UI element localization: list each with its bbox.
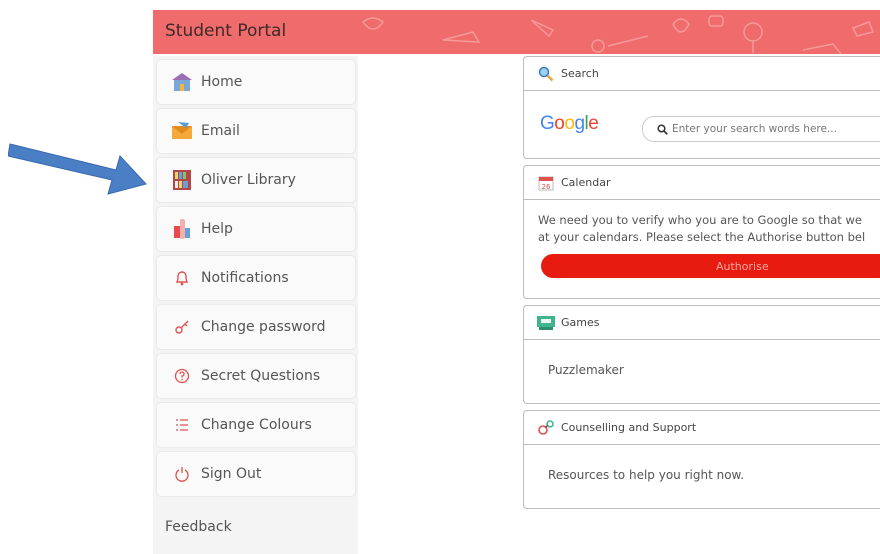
- sidebar-item-label: Home: [201, 74, 243, 90]
- search-icon: [657, 123, 668, 135]
- power-icon: [171, 463, 193, 485]
- sidebar-item-label: Secret Questions: [201, 368, 321, 384]
- home-icon: [171, 71, 193, 93]
- library-icon: [171, 169, 193, 191]
- card-header: Search: [524, 57, 880, 91]
- search-input[interactable]: [672, 123, 872, 135]
- sidebar-item-email[interactable]: Email: [157, 109, 355, 153]
- magnifier-icon: [537, 65, 555, 83]
- sidebar-item-label: Help: [201, 221, 233, 237]
- calendar-message: We need you to verify who you are to Goo…: [538, 212, 880, 246]
- sidebar-item-help[interactable]: Help: [157, 207, 355, 251]
- bell-icon: [171, 267, 193, 289]
- portal-header: Student Portal: [153, 10, 880, 54]
- google-search-box[interactable]: [642, 116, 880, 142]
- sidebar-item-notifications[interactable]: Notifications: [157, 256, 355, 300]
- card-title: Search: [561, 67, 599, 80]
- sidebar-item-label: Change Colours: [201, 417, 312, 433]
- sidebar: Home Email Oliver Library Help Notificat…: [153, 56, 358, 554]
- sidebar-item-label: Change password: [201, 319, 326, 335]
- annotation-arrow: [8, 143, 147, 195]
- sidebar-item-sign-out[interactable]: Sign Out: [157, 452, 355, 496]
- page-title: Student Portal: [165, 21, 287, 41]
- card-title: Calendar: [561, 176, 611, 189]
- search-card: Search Google: [523, 56, 880, 159]
- sidebar-item-label: Oliver Library: [201, 172, 296, 188]
- games-icon: [537, 314, 555, 332]
- card-title: Counselling and Support: [561, 421, 697, 434]
- list-icon: [171, 414, 193, 436]
- question-circle-icon: [171, 365, 193, 387]
- key-icon: [171, 316, 193, 338]
- sidebar-item-oliver-library[interactable]: Oliver Library: [157, 158, 355, 202]
- calendar-message-line: at your calendars. Please select the Aut…: [538, 230, 866, 244]
- help-icon: [171, 218, 193, 240]
- card-header: Counselling and Support: [524, 411, 880, 445]
- calendar-message-line: We need you to verify who you are to Goo…: [538, 213, 862, 227]
- google-logo: Google: [540, 113, 599, 134]
- sidebar-item-label: Sign Out: [201, 466, 262, 482]
- feedback-link[interactable]: Feedback: [165, 519, 232, 535]
- resources-link[interactable]: Resources to help you right now.: [548, 468, 744, 482]
- calendar-card: 26 Calendar We need you to verify who yo…: [523, 165, 880, 299]
- email-icon: [171, 120, 193, 142]
- sidebar-item-secret-questions[interactable]: Secret Questions: [157, 354, 355, 398]
- games-card: Games Puzzlemaker: [523, 305, 880, 404]
- calendar-icon-day: 26: [542, 183, 551, 191]
- sidebar-item-change-colours[interactable]: Change Colours: [157, 403, 355, 447]
- sidebar-item-home[interactable]: Home: [157, 60, 355, 104]
- card-header: 26 Calendar: [524, 166, 880, 200]
- puzzlemaker-link[interactable]: Puzzlemaker: [548, 363, 624, 377]
- counselling-card: Counselling and Support Resources to hel…: [523, 410, 880, 509]
- counselling-icon: [537, 419, 555, 437]
- authorise-button[interactable]: Authorise: [541, 254, 880, 278]
- sidebar-item-label: Notifications: [201, 270, 289, 286]
- card-header: Games: [524, 306, 880, 340]
- sidebar-item-label: Email: [201, 123, 240, 139]
- card-title: Games: [561, 316, 600, 329]
- calendar-icon: 26: [537, 174, 555, 192]
- sidebar-item-change-password[interactable]: Change password: [157, 305, 355, 349]
